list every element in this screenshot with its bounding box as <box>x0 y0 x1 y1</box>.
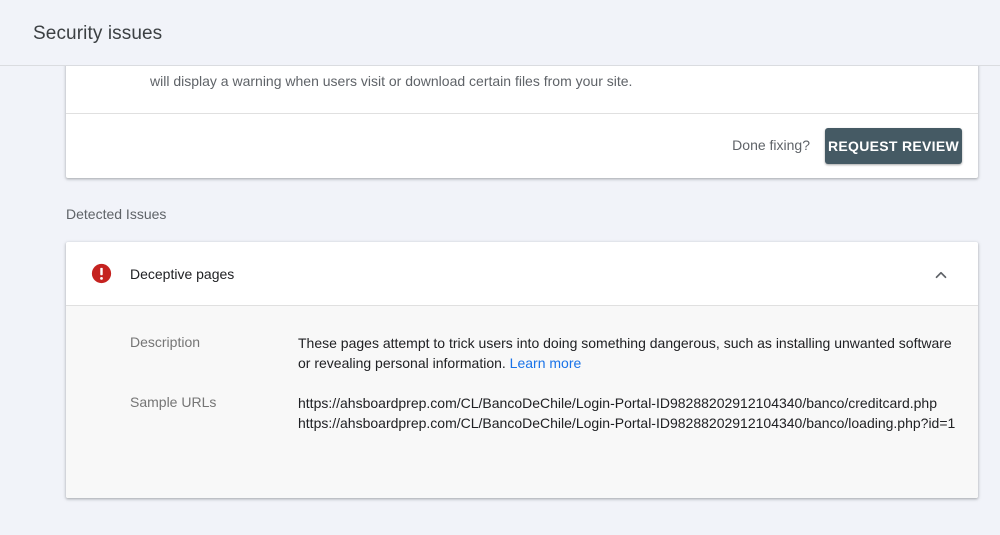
learn-more-link[interactable]: Learn more <box>510 355 582 371</box>
warning-text: will display a warning when users visit … <box>150 73 633 89</box>
sample-url: https://ahsboardprep.com/CL/BancoDeChile… <box>298 415 956 431</box>
description-label: Description <box>130 334 201 350</box>
detected-issues-label: Detected Issues <box>66 206 167 222</box>
sample-urls-list: https://ahsboardprep.com/CL/BancoDeChile… <box>298 393 958 433</box>
description-value: These pages attempt to trick users into … <box>298 333 958 373</box>
issue-details: Description These pages attempt to trick… <box>66 306 978 498</box>
divider <box>66 113 978 114</box>
sample-urls-label: Sample URLs <box>130 394 217 410</box>
page-header: Security issues <box>0 0 1000 66</box>
issue-title: Deceptive pages <box>130 266 235 282</box>
issue-card: Deceptive pages Description These pages … <box>66 242 978 498</box>
error-icon <box>91 263 112 284</box>
done-fixing-label: Done fixing? <box>732 137 810 153</box>
sample-url: https://ahsboardprep.com/CL/BancoDeChile… <box>298 395 937 411</box>
page-title: Security issues <box>33 23 163 44</box>
issue-header-deceptive-pages[interactable]: Deceptive pages <box>66 242 978 306</box>
chevron-up-icon[interactable] <box>932 266 950 284</box>
request-review-button[interactable]: REQUEST REVIEW <box>825 128 962 164</box>
description-text: These pages attempt to trick users into … <box>298 335 952 371</box>
